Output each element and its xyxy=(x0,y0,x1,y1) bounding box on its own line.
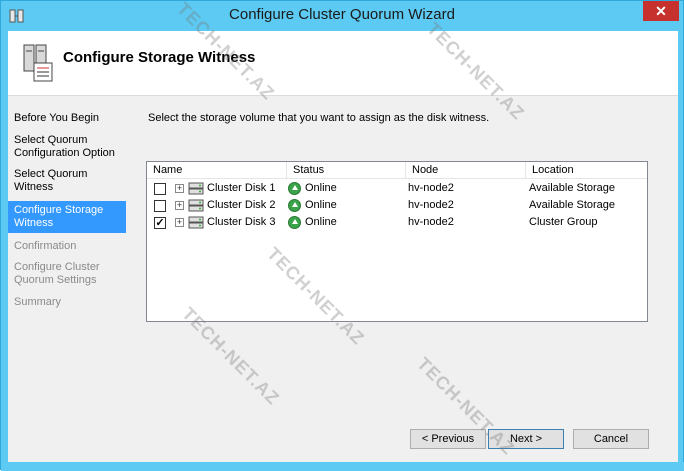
expand-icon[interactable]: + xyxy=(175,184,184,193)
nav-item-configure-cluster-quorum-settings: Configure Cluster Quorum Settings xyxy=(14,261,100,286)
disk-node: hv-node2 xyxy=(408,199,454,211)
disk-location: Available Storage xyxy=(529,199,616,211)
row-checkbox[interactable]: ✓ xyxy=(154,217,166,229)
disk-status: Online xyxy=(305,199,337,211)
column-header-name[interactable]: Name xyxy=(147,162,287,179)
table-row[interactable]: ✓ + Cluster Disk 3 Online hv-node2 Clust… xyxy=(147,214,647,231)
close-button[interactable]: ✕ xyxy=(643,1,679,21)
disk-name: Cluster Disk 1 xyxy=(207,182,276,194)
nav-item-summary: Summary xyxy=(14,296,62,308)
column-header-status[interactable]: Status xyxy=(287,162,406,179)
nav-item-select-quorum-configuration[interactable]: Select Quorum Configuration Option xyxy=(8,134,116,160)
close-icon[interactable]: ✕ xyxy=(655,3,667,19)
disk-node: hv-node2 xyxy=(408,216,454,228)
row-checkbox[interactable] xyxy=(154,200,166,212)
disk-location: Available Storage xyxy=(529,182,616,194)
cluster-disk-icon xyxy=(188,199,204,212)
disk-status: Online xyxy=(305,182,337,194)
online-status-icon xyxy=(288,199,301,212)
table-row[interactable]: + Cluster Disk 2 Online hv-node2 Availab… xyxy=(147,197,647,214)
wizard-content: Select the storage volume that you want … xyxy=(129,96,678,462)
list-header: Name Status Node Location xyxy=(147,162,647,179)
column-header-location[interactable]: Location xyxy=(526,162,647,179)
previous-button[interactable]: < Previous xyxy=(410,429,486,449)
disk-status: Online xyxy=(305,216,337,228)
nav-item-confirmation: Confirmation xyxy=(14,240,77,252)
cancel-button[interactable]: Cancel xyxy=(573,429,649,449)
wizard-header: Configure Storage Witness xyxy=(8,31,678,95)
expand-icon[interactable]: + xyxy=(175,218,184,227)
cluster-disk-icon xyxy=(188,182,204,195)
wizard-window: Configure Cluster Quorum Wizard ✕ Config… xyxy=(0,0,684,471)
column-header-node[interactable]: Node xyxy=(406,162,526,179)
expand-icon[interactable]: + xyxy=(175,201,184,210)
nav-item-select-quorum-witness[interactable]: Select Quorum Witness xyxy=(8,168,98,194)
online-status-icon xyxy=(288,216,301,229)
storage-witness-icon xyxy=(23,44,53,82)
table-row[interactable]: + Cluster Disk 1 Online hv-node2 Availab… xyxy=(147,180,647,197)
check-icon: ✓ xyxy=(155,217,165,229)
cluster-disk-icon xyxy=(188,216,204,229)
nav-item-before-you-begin[interactable]: Before You Begin xyxy=(8,112,126,125)
wizard-nav: Before You Begin Select Quorum Configura… xyxy=(8,96,129,462)
online-status-icon xyxy=(288,182,301,195)
row-checkbox[interactable] xyxy=(154,183,166,195)
disk-location: Cluster Group xyxy=(529,216,598,228)
disk-name: Cluster Disk 2 xyxy=(207,199,276,211)
window-title: Configure Cluster Quorum Wizard xyxy=(229,6,455,23)
instruction-text: Select the storage volume that you want … xyxy=(148,112,490,124)
disk-node: hv-node2 xyxy=(408,182,454,194)
nav-item-configure-storage-witness[interactable]: Configure Storage Witness xyxy=(8,201,126,233)
storage-volume-list[interactable]: Name Status Node Location + Cluster Disk… xyxy=(146,161,648,322)
title-bar[interactable]: Configure Cluster Quorum Wizard ✕ xyxy=(1,1,683,31)
disk-name: Cluster Disk 3 xyxy=(207,216,276,228)
